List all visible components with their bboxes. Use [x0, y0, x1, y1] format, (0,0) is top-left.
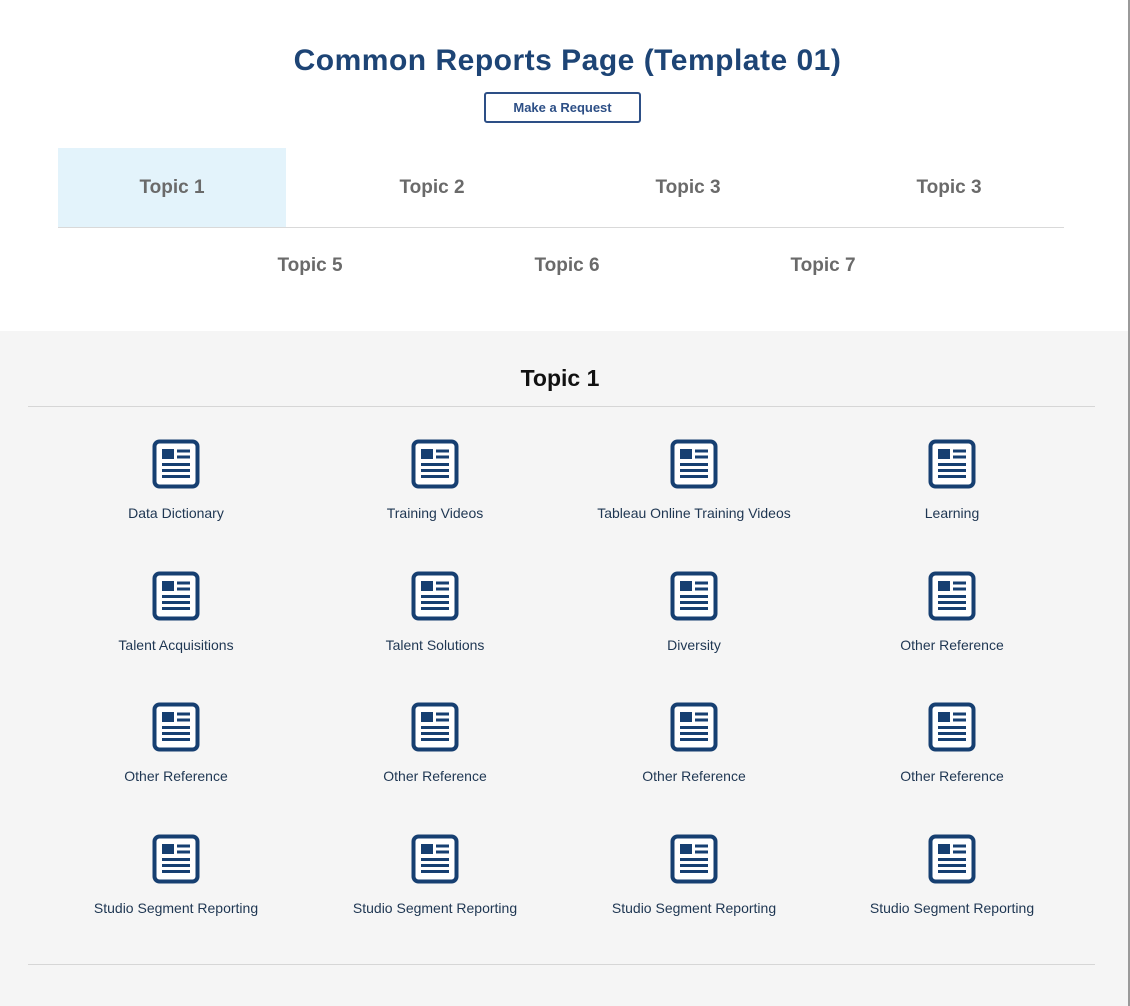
document-icon [670, 702, 718, 752]
report-tile[interactable]: Other Reference [306, 702, 565, 802]
document-icon [152, 571, 200, 621]
report-tile-label: Diversity [667, 637, 721, 653]
report-tile[interactable]: Other Reference [47, 702, 306, 802]
report-tile-label: Other Reference [383, 768, 487, 784]
section-divider-top [28, 406, 1095, 407]
report-tile[interactable]: Studio Segment Reporting [823, 834, 1082, 934]
report-tile-label: Other Reference [900, 768, 1004, 784]
tab-topic-3[interactable]: Topic 3 [558, 148, 818, 227]
header-area: Common Reports Page (Template 01) Make a… [0, 0, 1128, 331]
report-tile[interactable]: Tableau Online Training Videos [565, 439, 824, 539]
report-tile-label: Studio Segment Reporting [93, 900, 259, 916]
report-tile[interactable]: Talent Acquisitions [47, 571, 306, 671]
report-tile-label: Data Dictionary [128, 505, 224, 521]
document-icon [152, 439, 200, 489]
report-tile-label: Other Reference [642, 768, 746, 784]
section-title: Topic 1 [520, 365, 600, 391]
document-icon [670, 571, 718, 621]
report-tile[interactable]: Studio Segment Reporting [47, 834, 306, 934]
report-tile[interactable]: Other Reference [823, 702, 1082, 802]
report-tile-label: Tableau Online Training Videos [597, 505, 791, 521]
report-tile[interactable]: Learning [823, 439, 1082, 539]
document-icon [928, 834, 976, 884]
tab-topic-7[interactable]: Topic 7 [693, 226, 953, 305]
report-tile[interactable]: Studio Segment Reporting [306, 834, 565, 934]
document-icon [928, 702, 976, 752]
document-icon [670, 834, 718, 884]
document-icon [928, 571, 976, 621]
document-icon [411, 834, 459, 884]
report-tile[interactable]: Talent Solutions [306, 571, 565, 671]
topic-content: Topic 1 Data Dictionary Training Videos Ta… [0, 331, 1128, 1006]
report-tile-label: Studio Segment Reporting [352, 900, 518, 916]
tab-topic-5[interactable]: Topic 5 [180, 226, 440, 305]
tab-topic-1[interactable]: Topic 1 [58, 148, 286, 227]
report-tile[interactable]: Training Videos [306, 439, 565, 539]
report-tile-label: Training Videos [386, 505, 484, 521]
page-title: Common Reports Page (Template 01) [293, 44, 842, 77]
report-tile-label: Studio Segment Reporting [869, 900, 1035, 916]
section-divider-bottom [28, 964, 1095, 965]
report-tile-label: Other Reference [900, 637, 1004, 653]
report-tile[interactable]: Diversity [565, 571, 824, 671]
report-tile[interactable]: Other Reference [823, 571, 1082, 671]
report-tile-label: Learning [924, 505, 980, 521]
report-tile-label: Talent Solutions [385, 637, 485, 653]
document-icon [670, 439, 718, 489]
tab-topic-3b[interactable]: Topic 3 [819, 148, 1079, 227]
document-icon [411, 571, 459, 621]
report-tile-label: Other Reference [124, 768, 228, 784]
report-tile[interactable]: Studio Segment Reporting [565, 834, 824, 934]
make-request-button[interactable]: Make a Request [484, 92, 641, 123]
document-icon [411, 702, 459, 752]
document-icon [411, 439, 459, 489]
report-tile[interactable]: Data Dictionary [47, 439, 306, 539]
document-icon [152, 702, 200, 752]
document-icon [152, 834, 200, 884]
document-icon [928, 439, 976, 489]
report-tile[interactable]: Other Reference [565, 702, 824, 802]
report-tile-label: Studio Segment Reporting [611, 900, 777, 916]
tab-topic-2[interactable]: Topic 2 [302, 148, 562, 227]
report-tile-label: Talent Acquisitions [118, 637, 234, 653]
tab-topic-6[interactable]: Topic 6 [437, 226, 697, 305]
